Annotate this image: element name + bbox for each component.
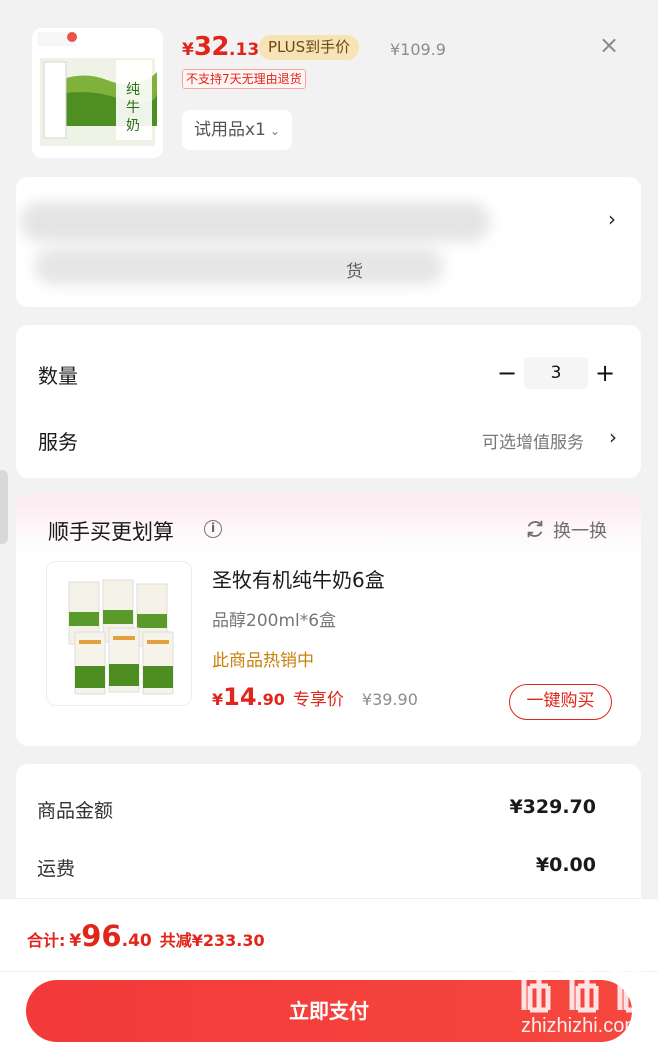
- recommended-price: ¥ 14 .90 专享价 ¥39.90: [212, 683, 418, 711]
- quantity-service-card: 数量 − 3 + 服务 可选增值服务 ›: [16, 325, 641, 478]
- price-symbol: ¥: [182, 40, 194, 60]
- svg-text:牛: 牛: [126, 100, 140, 116]
- total-label: 合计:: [27, 931, 66, 950]
- product-price: ¥ 32 .13: [182, 32, 259, 62]
- chevron-right-icon: ›: [608, 207, 616, 231]
- info-icon[interactable]: i: [204, 520, 222, 538]
- redacted-address-line-1: [20, 202, 490, 242]
- address-partial-text: 货: [346, 262, 363, 282]
- checkout-bar: 合计: ¥ 96 .40 共减¥233.30 立即支付: [0, 898, 658, 1046]
- refresh-icon[interactable]: [524, 518, 546, 540]
- recommendation-title: 顺手买更划算: [48, 520, 174, 544]
- svg-text:纯: 纯: [126, 82, 140, 98]
- goods-amount-value: ¥329.70: [509, 796, 596, 818]
- divider: [0, 971, 658, 972]
- service-label: 服务: [38, 430, 78, 454]
- price-integer: 14: [223, 683, 257, 711]
- total-discount: 共减¥233.30: [159, 931, 265, 950]
- original-price: ¥39.90: [361, 690, 418, 709]
- variant-selector[interactable]: 试用品x1 ⌄: [182, 110, 292, 150]
- no-return-tag: 不支持7天无理由退货: [182, 69, 306, 89]
- address-card[interactable]: 货 ›: [16, 177, 641, 307]
- goods-amount-label: 商品金额: [37, 800, 114, 822]
- shipping-label: 运费: [37, 858, 76, 880]
- recommendation-card: 顺手买更划算 i 换一换 圣牧有机纯牛奶6盒 品醇200ml*6盒 此商品热销中…: [16, 494, 641, 746]
- redacted-address-line-2: [34, 247, 444, 285]
- product-image: 纯 牛 奶: [32, 28, 163, 158]
- plus-price-badge: PLUS到手价: [259, 35, 360, 60]
- quantity-label: 数量: [38, 364, 78, 388]
- variant-label: 试用品x1: [194, 120, 266, 140]
- shipping-value: ¥0.00: [535, 854, 596, 876]
- hot-selling-label: 此商品热销中: [212, 651, 314, 671]
- total-integer: 96: [81, 919, 122, 953]
- order-total: 合计: ¥ 96 .40 共减¥233.30: [27, 919, 265, 953]
- price-integer: 32: [193, 32, 230, 62]
- pay-now-button[interactable]: 立即支付: [26, 980, 632, 1042]
- quantity-stepper: − 3 +: [492, 357, 620, 389]
- price-decimal: .90: [256, 690, 285, 709]
- decrease-button[interactable]: −: [492, 358, 522, 388]
- original-price: ¥109.9: [390, 40, 446, 59]
- member-price-label: 专享价: [292, 690, 344, 710]
- price-symbol: ¥: [212, 690, 224, 709]
- side-drag-handle[interactable]: [0, 470, 8, 544]
- recommended-product-name[interactable]: 圣牧有机纯牛奶6盒: [212, 564, 385, 593]
- total-decimal: .40: [121, 931, 152, 951]
- close-icon[interactable]: ×: [594, 30, 624, 60]
- refresh-button[interactable]: 换一换: [553, 517, 607, 543]
- recommended-product-spec: 品醇200ml*6盒: [212, 611, 337, 631]
- price-decimal: .13: [229, 40, 260, 60]
- svg-text:奶: 奶: [126, 118, 140, 134]
- product-header: 纯 牛 奶 ¥ 32 .13 PLUS到手价 ¥109.9 × 不支持7天无理由…: [0, 0, 658, 170]
- chevron-down-icon: ⌄: [269, 124, 280, 138]
- quantity-input[interactable]: 3: [524, 357, 588, 389]
- total-symbol: ¥: [69, 931, 82, 951]
- chevron-right-icon[interactable]: ›: [609, 425, 617, 449]
- service-option-link[interactable]: 可选增值服务: [482, 428, 584, 453]
- one-click-buy-button[interactable]: 一键购买: [509, 684, 612, 720]
- increase-button[interactable]: +: [590, 358, 620, 388]
- recommended-product-image[interactable]: [46, 561, 192, 706]
